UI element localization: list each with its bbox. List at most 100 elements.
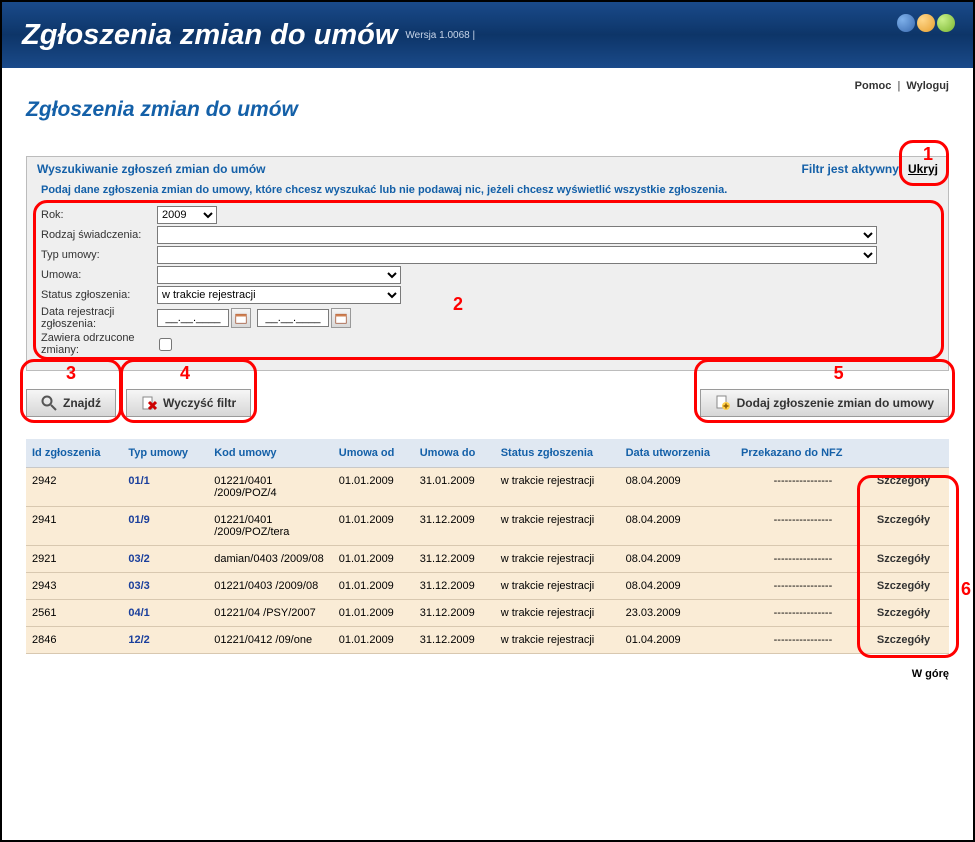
year-select[interactable]: 2009 xyxy=(157,206,217,224)
cell-kod: 01221/04 /PSY/2007 xyxy=(208,600,333,627)
typ-link[interactable]: 03/2 xyxy=(128,553,149,565)
page-title: Zgłoszenia zmian do umów xyxy=(26,98,949,122)
table-row: 292103/2damian/0403 /2009/0801.01.200931… xyxy=(26,546,949,573)
details-link[interactable]: Szczegóły xyxy=(877,634,930,646)
annotation-6: 6 xyxy=(961,579,971,600)
search-panel: Wyszukiwanie zgłoszeń zmian do umów Filt… xyxy=(26,156,949,371)
date-from-input[interactable] xyxy=(157,309,229,327)
help-link[interactable]: Pomoc xyxy=(855,80,892,92)
col-od[interactable]: Umowa od xyxy=(333,439,414,468)
col-typ[interactable]: Typ umowy xyxy=(122,439,208,468)
col-do[interactable]: Umowa do xyxy=(414,439,495,468)
cell-data: 08.04.2009 xyxy=(620,573,735,600)
cell-kod: damian/0403 /2009/08 xyxy=(208,546,333,573)
col-kod[interactable]: Kod umowy xyxy=(208,439,333,468)
app-title: Zgłoszenia zmian do umów xyxy=(22,19,397,52)
col-data[interactable]: Data utworzenia xyxy=(620,439,735,468)
col-nfz[interactable]: Przekazano do NFZ xyxy=(735,439,871,468)
cell-id: 2943 xyxy=(26,573,122,600)
cell-id: 2561 xyxy=(26,600,122,627)
label-data-rej: Data rejestracji zgłoszenia: xyxy=(41,306,157,330)
calendar-icon xyxy=(235,312,247,324)
search-icon xyxy=(41,395,57,411)
cell-nfz: ---------------- xyxy=(735,507,871,546)
label-zawiera: Zawiera odrzucone zmiany: xyxy=(41,332,157,356)
cell-do: 31.01.2009 xyxy=(414,468,495,507)
cell-data: 01.04.2009 xyxy=(620,627,735,654)
typ-link[interactable]: 03/3 xyxy=(128,580,149,592)
cell-od: 01.01.2009 xyxy=(333,546,414,573)
col-id[interactable]: Id zgłoszenia xyxy=(26,439,122,468)
details-link[interactable]: Szczegóły xyxy=(877,580,930,592)
details-link[interactable]: Szczegóły xyxy=(877,607,930,619)
date-to-input[interactable] xyxy=(257,309,329,327)
cell-status: w trakcie rejestracji xyxy=(495,573,620,600)
cell-kod: 01221/0401 /2009/POZ/4 xyxy=(208,468,333,507)
umowa-select[interactable] xyxy=(157,266,401,284)
app-version: Wersja 1.0068 | xyxy=(405,30,475,41)
logo-dot-blue xyxy=(897,14,915,32)
cell-od: 01.01.2009 xyxy=(333,600,414,627)
cell-do: 31.12.2009 xyxy=(414,627,495,654)
hide-panel-link[interactable]: Ukryj xyxy=(908,162,938,176)
clear-icon xyxy=(141,395,157,411)
cell-data: 23.03.2009 xyxy=(620,600,735,627)
cell-id: 2846 xyxy=(26,627,122,654)
cell-data: 08.04.2009 xyxy=(620,507,735,546)
cell-kod: 01221/0412 /09/one xyxy=(208,627,333,654)
typ-link[interactable]: 04/1 xyxy=(128,607,149,619)
table-row: 2941 01/9 01221/0401 /2009/POZ/tera01.01.2… xyxy=(26,507,949,546)
cell-status: w trakcie rejestracji xyxy=(495,507,620,546)
col-status[interactable]: Status zgłoszenia xyxy=(495,439,620,468)
filter-active-label: Filtr jest aktywny xyxy=(802,162,899,176)
clear-filter-button[interactable]: Wyczyść filtr xyxy=(126,389,251,417)
cell-id: 2942 xyxy=(26,468,122,507)
table-row: 2846 12/2 01221/0412 /09/one01.01.200931.1… xyxy=(26,627,949,654)
header-bar: Zgłoszenia zmian do umów Wersja 1.0068 | xyxy=(2,2,973,68)
details-link[interactable]: Szczegóły xyxy=(877,514,930,526)
cell-status: w trakcie rejestracji xyxy=(495,600,620,627)
cell-do: 31.12.2009 xyxy=(414,600,495,627)
status-select[interactable]: w trakcie rejestracji xyxy=(157,286,401,304)
details-link[interactable]: Szczegóły xyxy=(877,475,930,487)
cell-nfz: ---------------- xyxy=(735,573,871,600)
logo-dot-orange xyxy=(917,14,935,32)
cell-od: 01.01.2009 xyxy=(333,627,414,654)
cell-nfz: ---------------- xyxy=(735,627,871,654)
cell-od: 01.01.2009 xyxy=(333,507,414,546)
label-typ: Typ umowy: xyxy=(41,249,157,261)
typ-select[interactable] xyxy=(157,246,877,264)
logout-link[interactable]: Wyloguj xyxy=(906,80,949,92)
zawiera-checkbox[interactable] xyxy=(159,338,172,351)
typ-link[interactable]: 01/1 xyxy=(128,475,149,487)
label-status: Status zgłoszenia: xyxy=(41,289,157,301)
cell-do: 31.12.2009 xyxy=(414,507,495,546)
logo-dot-green xyxy=(937,14,955,32)
find-button[interactable]: Znajdź xyxy=(26,389,116,417)
label-rodzaj: Rodzaj świadczenia: xyxy=(41,229,157,241)
cell-data: 08.04.2009 xyxy=(620,468,735,507)
date-from-picker[interactable] xyxy=(231,308,251,328)
go-up-link[interactable]: W górę xyxy=(26,668,949,680)
cell-do: 31.12.2009 xyxy=(414,546,495,573)
add-request-button[interactable]: Dodaj zgłoszenie zmian do umowy xyxy=(700,389,949,417)
cell-id: 2941 xyxy=(26,507,122,546)
table-row: 294303/301221/0403 /2009/0801.01.200931.… xyxy=(26,573,949,600)
cell-do: 31.12.2009 xyxy=(414,573,495,600)
label-umowa: Umowa: xyxy=(41,269,157,281)
cell-status: w trakcie rejestracji xyxy=(495,627,620,654)
search-panel-title: Wyszukiwanie zgłoszeń zmian do umów xyxy=(37,162,265,176)
top-links: Pomoc | Wyloguj xyxy=(26,80,949,92)
rodzaj-select[interactable] xyxy=(157,226,877,244)
typ-link[interactable]: 12/2 xyxy=(128,634,149,646)
cell-nfz: ---------------- xyxy=(735,546,871,573)
cell-kod: 01221/0401 /2009/POZ/tera xyxy=(208,507,333,546)
details-link[interactable]: Szczegóły xyxy=(877,553,930,565)
date-to-picker[interactable] xyxy=(331,308,351,328)
table-row: 2561 04/1 01221/04 /PSY/200701.01.200931.1… xyxy=(26,600,949,627)
search-instruction: Podaj dane zgłoszenia zmian do umowy, kt… xyxy=(41,184,938,196)
col-details xyxy=(871,439,949,468)
header-logo xyxy=(897,14,955,32)
typ-link[interactable]: 01/9 xyxy=(128,514,149,526)
results-table: Id zgłoszenia Typ umowy Kod umowy Umowa … xyxy=(26,439,949,654)
